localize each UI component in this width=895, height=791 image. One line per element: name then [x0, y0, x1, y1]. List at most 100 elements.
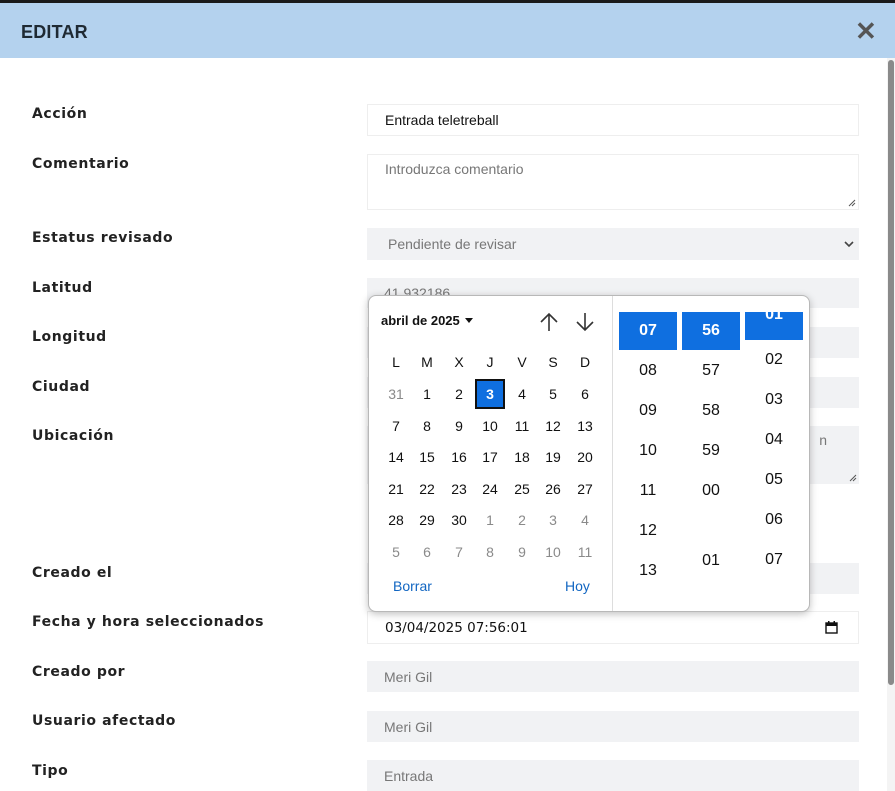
minute-option[interactable]: 59	[682, 432, 740, 470]
calendar-day[interactable]: 9	[444, 411, 474, 441]
usuario-afectado-input[interactable]: Meri Gil	[367, 711, 859, 742]
calendar-day[interactable]: 22	[412, 474, 442, 504]
hour-option[interactable]: 07	[619, 312, 677, 350]
hour-option[interactable]: 13	[619, 552, 677, 590]
tipo-value: Entrada	[384, 767, 434, 784]
weekday-header: S	[548, 354, 558, 370]
calendar-day[interactable]: 17	[475, 442, 505, 472]
label-longitud: Longitud	[32, 329, 107, 345]
estatus-select[interactable]: Pendiente de revisar	[367, 228, 859, 260]
scrollbar-thumb[interactable]	[888, 60, 894, 685]
calendar-day[interactable]: 6	[570, 379, 600, 409]
close-button[interactable]: ✕	[855, 18, 877, 44]
calendar-day[interactable]: 8	[475, 537, 505, 567]
hour-option[interactable]: 12	[619, 512, 677, 550]
hours-column[interactable]: 07 08 09 10 11 12 13	[619, 296, 677, 596]
minute-option[interactable]: 01	[682, 542, 740, 580]
weekday-header: D	[579, 354, 591, 370]
calendar-day[interactable]: 9	[507, 537, 537, 567]
label-usuario-afectado: Usuario afectado	[32, 713, 177, 729]
calendar-day[interactable]: 4	[570, 505, 600, 535]
calendar-day[interactable]: 12	[538, 411, 568, 441]
calendar-day[interactable]: 11	[570, 537, 600, 567]
calendar-day[interactable]: 11	[507, 411, 537, 441]
calendar-day[interactable]: 2	[444, 379, 474, 409]
calendar-day[interactable]: 6	[412, 537, 442, 567]
calendar-day[interactable]: 19	[538, 442, 568, 472]
label-creado-el: Creado el	[32, 565, 113, 581]
hour-option[interactable]: 11	[619, 472, 677, 510]
clear-button[interactable]: Borrar	[393, 578, 432, 594]
calendar-day[interactable]: 26	[538, 474, 568, 504]
calendar-day[interactable]: 16	[444, 442, 474, 472]
label-latitud: Latitud	[32, 280, 93, 296]
calendar-day[interactable]: 1	[475, 505, 505, 535]
arrow-down-icon[interactable]	[574, 310, 596, 334]
month-year-button[interactable]: abril de 2025	[381, 313, 473, 328]
minutes-column[interactable]: 56 57 58 59 00 01	[682, 296, 740, 596]
calendar-day[interactable]: 13	[570, 411, 600, 441]
label-accion: Acción	[32, 106, 88, 122]
estatus-value: Pendiente de revisar	[388, 236, 517, 252]
hour-option[interactable]: 09	[619, 392, 677, 430]
minute-option[interactable]: 00	[682, 472, 740, 510]
comentario-textarea[interactable]: Introduzca comentario	[367, 154, 859, 210]
datetime-picker: abril de 2025 Borrar Hoy L M X J V S D 31 1 2 3 4 5 6…	[368, 295, 810, 612]
calendar-day[interactable]: 31	[381, 379, 411, 409]
calendar-day[interactable]: 27	[570, 474, 600, 504]
resize-handle-icon[interactable]	[848, 473, 857, 482]
minute-option[interactable]: 58	[682, 392, 740, 430]
calendar-day[interactable]: 28	[381, 505, 411, 535]
today-button[interactable]: Hoy	[565, 578, 590, 594]
weekday-header: J	[486, 354, 494, 370]
resize-handle-icon[interactable]	[847, 198, 856, 207]
seconds-column[interactable]: 01 02 03 04 05 06 07	[745, 296, 803, 596]
label-creado-por: Creado por	[32, 664, 126, 680]
accion-input[interactable]: Entrada teletreball	[367, 104, 859, 136]
second-option[interactable]: 06	[745, 501, 803, 539]
comentario-placeholder: Introduzca comentario	[385, 161, 524, 177]
calendar-day[interactable]: 14	[381, 442, 411, 472]
calendar-day[interactable]: 3	[538, 505, 568, 535]
dialog-header: EDITAR ✕	[0, 3, 895, 58]
calendar-day[interactable]: 8	[412, 411, 442, 441]
minute-option[interactable]: 57	[682, 352, 740, 390]
calendar-day[interactable]: 7	[444, 537, 474, 567]
calendar-day[interactable]: 29	[412, 505, 442, 535]
calendar-day[interactable]: 23	[444, 474, 474, 504]
calendar-day[interactable]: 25	[507, 474, 537, 504]
calendar-day[interactable]: 7	[381, 411, 411, 441]
calendar-day[interactable]: 4	[507, 379, 537, 409]
calendar-day[interactable]: 30	[444, 505, 474, 535]
hour-option[interactable]: 10	[619, 432, 677, 470]
calendar-day[interactable]: 5	[381, 537, 411, 567]
second-option[interactable]: 02	[745, 341, 803, 379]
caret-down-icon	[464, 318, 473, 323]
weekday-header: M	[421, 354, 433, 370]
minute-option[interactable]: 56	[682, 312, 740, 350]
calendar-day[interactable]: 5	[538, 379, 568, 409]
second-option[interactable]: 01	[745, 307, 803, 340]
calendar-day[interactable]: 1	[412, 379, 442, 409]
calendar-day[interactable]: 18	[507, 442, 537, 472]
arrow-up-icon[interactable]	[538, 310, 560, 334]
calendar-day[interactable]: 2	[507, 505, 537, 535]
calendar-day[interactable]: 24	[475, 474, 505, 504]
tipo-input[interactable]: Entrada	[367, 760, 859, 791]
calendar-panel: abril de 2025 Borrar Hoy L M X J V S D 31 1 2 3 4 5 6…	[369, 296, 613, 611]
calendar-day[interactable]: 3	[475, 379, 505, 409]
calendar-icon[interactable]	[825, 621, 838, 634]
calendar-day[interactable]: 15	[412, 442, 442, 472]
creado-por-input[interactable]: Meri Gil	[367, 661, 859, 692]
second-option[interactable]: 05	[745, 461, 803, 499]
hour-option[interactable]: 08	[619, 352, 677, 390]
label-fecha-hora: Fecha y hora seleccionados	[32, 614, 265, 630]
fecha-hora-input[interactable]: 03/04/2025 07:56:01	[367, 611, 859, 644]
second-option[interactable]: 07	[745, 541, 803, 579]
second-option[interactable]: 03	[745, 381, 803, 419]
calendar-day[interactable]: 20	[570, 442, 600, 472]
calendar-day[interactable]: 10	[538, 537, 568, 567]
calendar-day[interactable]: 10	[475, 411, 505, 441]
calendar-day[interactable]: 21	[381, 474, 411, 504]
second-option[interactable]: 04	[745, 421, 803, 459]
